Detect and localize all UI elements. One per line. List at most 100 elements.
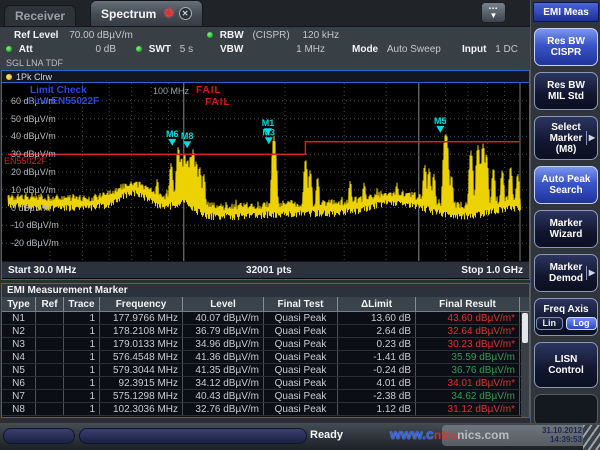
col-header-final_result: Final Result <box>416 297 520 311</box>
softkey-marker-wizard[interactable]: MarkerWizard <box>534 210 598 248</box>
settings-readout: Ref Level 70.00 dBµV/m RBW (CISPR) 120 k… <box>0 26 530 72</box>
close-tab-icon[interactable]: ✕ <box>179 7 192 20</box>
spectrum-canvas: M6M8M1M3M5 <box>2 83 529 261</box>
cell-final_test: Quasi Peak <box>264 377 338 389</box>
marker-M5[interactable] <box>436 126 444 133</box>
mode-field[interactable]: Mode Auto Sweep <box>352 44 441 55</box>
swt-field[interactable]: SWT 5 s <box>136 44 193 55</box>
watermark-mid: ntro <box>434 428 457 442</box>
softkey-select-marker-m8[interactable]: SelectMarker(M8)▶ <box>534 116 598 160</box>
col-header-type: Type <box>2 297 36 311</box>
softkey-autopeak-search[interactable]: Auto PeakSearch <box>534 166 598 204</box>
submenu-arrow-icon: ▶ <box>586 131 595 145</box>
display-menu-button[interactable]: ▪▪▪ ▼ <box>481 2 506 23</box>
trace-info-bar[interactable]: 1Pk Clrw <box>2 71 529 83</box>
rbw-led-icon <box>207 32 213 38</box>
cell-trace: 1 <box>64 325 100 337</box>
softkey-label: Res BW <box>547 36 585 47</box>
spectrum-diagram-window: 1Pk Clrw M6M8M1M3M5 60 dBµV/m50 dBµV/m40… <box>1 70 530 280</box>
tab-receiver-label: Receiver <box>15 9 65 23</box>
table-title: EMI Measurement Marker <box>2 284 529 297</box>
cell-final_result: 34.01 dBµV/m* <box>416 377 520 389</box>
marker-label-M6: M6 <box>166 129 179 139</box>
stop-frequency: Stop 1.0 GHz <box>461 265 523 276</box>
table-row-N3[interactable]: N31179.0133 MHz34.96 dBµV/mQuasi Peak0.2… <box>2 338 529 351</box>
swt-label: SWT <box>149 44 171 55</box>
softkey-label: Marker <box>550 218 583 229</box>
vbw-label: VBW <box>220 44 243 55</box>
table-row-N6[interactable]: N6192.3915 MHz34.12 dBµV/mQuasi Peak4.01… <box>2 377 529 390</box>
marker-M6[interactable] <box>168 139 176 146</box>
cell-trace: 1 <box>64 338 100 350</box>
table-row-N4[interactable]: N41576.4548 MHz41.36 dBµV/mQuasi Peak-1.… <box>2 351 529 364</box>
tab-spectrum[interactable]: Spectrum ✱ ✕ <box>90 0 203 26</box>
softkey-freqaxis[interactable]: Freq Axis LinLog <box>534 298 598 336</box>
softkey-resbw-milstd[interactable]: Res BWMIL Std <box>534 72 598 110</box>
softkey-label: Wizard <box>550 229 583 240</box>
watermark: www.cntronics.com <box>390 426 509 442</box>
swt-value: 5 s <box>180 44 193 55</box>
cell-frequency: 179.0133 MHz <box>100 338 183 350</box>
clock: 31.10.2012 14:39:53 <box>536 426 582 444</box>
cell-ref <box>36 325 64 337</box>
vbw-field[interactable]: VBW 1 MHz <box>220 44 325 55</box>
toggle-lin[interactable]: Lin <box>536 317 564 330</box>
cell-trace: 1 <box>64 403 100 415</box>
cell-trace: 1 <box>64 351 100 363</box>
scrollbar-thumb[interactable] <box>522 313 528 343</box>
table-row-N7[interactable]: N71575.1298 MHz40.43 dBµV/mQuasi Peak-2.… <box>2 390 529 403</box>
col-header-ref: Ref <box>36 297 64 311</box>
table-row-N8[interactable]: N81102.3036 MHz32.76 dBµV/mQuasi Peak1.1… <box>2 403 529 416</box>
toggle-log[interactable]: Log <box>566 317 597 330</box>
softkey-label: Search <box>549 185 582 196</box>
softkey-marker-demod[interactable]: MarkerDemod▶ <box>534 254 598 292</box>
softkey-label: (M8) <box>556 144 577 155</box>
cell-type: N4 <box>2 351 36 363</box>
cell-final_test: Quasi Peak <box>264 338 338 350</box>
softkey-label: CISPR <box>551 47 582 58</box>
trace-color-icon <box>6 74 12 80</box>
softkey-label: Freq Axis <box>543 304 588 315</box>
sweep-points: 32001 pts <box>246 265 292 276</box>
chevron-down-icon: ▼ <box>490 12 498 19</box>
softkey-blank[interactable] <box>534 394 598 426</box>
mode-label: Mode <box>352 44 378 55</box>
tab-receiver[interactable]: Receiver <box>4 5 76 26</box>
cell-level: 41.35 dBµV/m <box>183 364 264 376</box>
date-text: 31.10.2012 <box>536 426 582 435</box>
spectrum-plot[interactable]: M6M8M1M3M5 60 dBµV/m50 dBµV/m40 dBµV/m30… <box>2 83 529 261</box>
cell-frequency: 92.3915 MHz <box>100 377 183 389</box>
cell-ref <box>36 403 64 415</box>
cell-final_test: Quasi Peak <box>264 312 338 324</box>
cell-ref <box>36 338 64 350</box>
marker-M3[interactable] <box>265 137 273 144</box>
watermark-end: nics.com <box>457 428 509 442</box>
cell-dlimit: 13.60 dB <box>338 312 416 324</box>
ref-level-field[interactable]: Ref Level 70.00 dBµV/m <box>14 30 133 41</box>
cell-level: 41.36 dBµV/m <box>183 351 264 363</box>
col-header-dlimit: ΔLimit <box>338 297 416 311</box>
cell-final_result: 34.62 dBµV/m <box>416 390 520 402</box>
cell-frequency: 575.1298 MHz <box>100 390 183 402</box>
att-field[interactable]: Att 0 dB <box>6 44 116 55</box>
softkey-lisn-control[interactable]: LISNControl <box>534 342 598 388</box>
table-row-N2[interactable]: N21178.2108 MHz36.79 dBµV/mQuasi Peak2.6… <box>2 325 529 338</box>
rbw-field[interactable]: RBW (CISPR) 120 kHz <box>207 30 339 41</box>
table-row-N1[interactable]: N11177.9766 MHz40.07 dBµV/mQuasi Peak13.… <box>2 312 529 325</box>
cell-frequency: 178.2108 MHz <box>100 325 183 337</box>
cell-type: N3 <box>2 338 36 350</box>
table-row-N5[interactable]: N51579.3044 MHz41.35 dBµV/mQuasi Peak-0.… <box>2 364 529 377</box>
cell-level: 36.79 dBµV/m <box>183 325 264 337</box>
softkey-menu-title: EMI Meas <box>533 2 599 22</box>
cell-type: N1 <box>2 312 36 324</box>
softkey-resbw-cispr[interactable]: Res BWCISPR <box>534 28 598 66</box>
input-field[interactable]: Input 1 DC <box>462 44 518 55</box>
cell-frequency: 576.4548 MHz <box>100 351 183 363</box>
cell-final_test: Quasi Peak <box>264 403 338 415</box>
marker-label-M8: M8 <box>181 131 194 141</box>
table-scrollbar[interactable] <box>521 312 529 417</box>
marker-M8[interactable] <box>183 141 191 148</box>
softkey-label: Marker <box>550 133 583 144</box>
cell-trace: 1 <box>64 377 100 389</box>
cell-frequency: 102.3036 MHz <box>100 403 183 415</box>
